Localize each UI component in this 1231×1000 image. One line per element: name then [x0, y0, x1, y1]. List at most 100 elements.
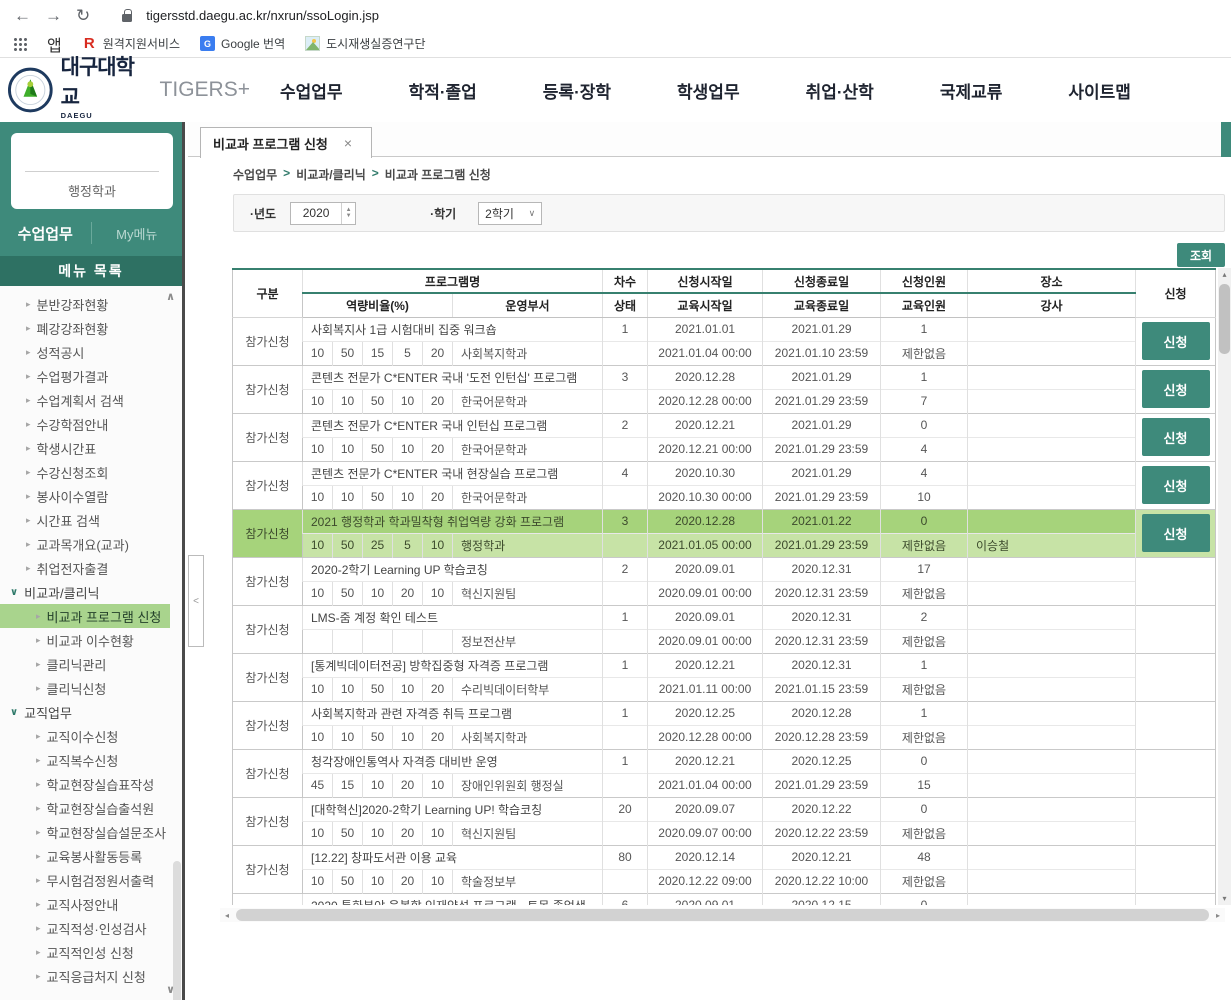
search-button[interactable]: 조회 — [1177, 243, 1225, 267]
sidebar-item[interactable]: ▸무시험검정원서출력 — [0, 868, 182, 892]
menu-scrollbar-thumb[interactable] — [173, 861, 181, 1000]
year-stepper[interactable]: 2020 ▲▼ — [290, 202, 356, 225]
menu-scroll-up-icon[interactable]: ∧ — [166, 290, 175, 303]
nav-item[interactable]: 국제교류 — [940, 78, 1003, 103]
sidebar-item[interactable]: ▸학교현장실습표작성 — [0, 772, 182, 796]
bookmark-translate[interactable]: GGoogle 번역 — [200, 35, 285, 52]
sidebar-item[interactable]: ▸클리닉관리 — [0, 652, 182, 676]
cell-status — [603, 629, 648, 653]
sidebar-item[interactable]: ▸취업전자출결 — [0, 556, 182, 580]
cell-apply-start: 2020.12.21 — [648, 653, 763, 677]
sidebar-item[interactable]: ▸성적공시 — [0, 340, 182, 364]
sidebar-item-label: 비교과 이수현황 — [47, 631, 134, 650]
sidebar-item[interactable]: ▸ 비교과 이수현황 — [0, 628, 182, 652]
nav-item[interactable]: 사이트맵 — [1068, 78, 1131, 103]
sidebar-item[interactable]: ▸교직복수신청 — [0, 748, 182, 772]
semester-value: 2학기 — [485, 205, 514, 222]
table-row-detail: 1050102010혁신지원팀2020.09.01 00:002020.12.3… — [233, 581, 1216, 605]
cell-ratio: 20 — [423, 437, 453, 461]
apps-grid-icon[interactable] — [12, 36, 27, 51]
apply-button[interactable]: 신청 — [1142, 322, 1210, 360]
table-row-detail: 4515102010장애인위원회 행정실2021.01.04 00:002021… — [233, 773, 1216, 797]
sidebar-item[interactable]: ▸시간표 검색 — [0, 508, 182, 532]
sidebar-item[interactable]: ∨비교과/클리닉 — [0, 580, 182, 604]
cell-place — [968, 461, 1136, 485]
cell-instructor: 이승철 — [968, 533, 1136, 557]
scroll-left-icon[interactable]: ◂ — [220, 911, 234, 920]
scroll-up-icon[interactable]: ▴ — [1218, 268, 1231, 281]
cell-ratio: 5 — [393, 533, 423, 557]
table-row: 참가신청콘텐츠 전문가 C*ENTER 국내 현장실습 프로그램42020.10… — [233, 461, 1216, 485]
cell-ratio: 10 — [303, 437, 333, 461]
sidebar-item[interactable]: ▸교직응급처지 신청 — [0, 964, 182, 988]
reload-icon[interactable]: ↻ — [76, 7, 90, 24]
cell-apply-count: 1 — [881, 317, 968, 341]
sidebar-item[interactable]: ▸수업평가결과 — [0, 364, 182, 388]
nav-item[interactable]: 수업업무 — [280, 78, 343, 103]
sidebar-item[interactable]: ▸수강신청조회 — [0, 460, 182, 484]
url-bar[interactable]: tigersstd.daegu.ac.kr/nxrun/ssoLogin.jsp — [146, 8, 379, 23]
sidebar-item[interactable]: ▸분반강좌현황 — [0, 292, 182, 316]
sidebar-item[interactable]: ▸수강학점안내 — [0, 412, 182, 436]
sidebar-item[interactable]: ▸교육봉사활동등록 — [0, 844, 182, 868]
cell-round: 20 — [603, 797, 648, 821]
cell-edu-start: 2020.12.28 00:00 — [648, 725, 763, 749]
stepper-arrows-icon[interactable]: ▲▼ — [341, 203, 355, 224]
nav-item[interactable]: 등록·장학 — [543, 78, 611, 103]
scroll-right-icon[interactable]: ▸ — [1211, 911, 1225, 920]
sidebar-item-label: 교직응급처지 신청 — [47, 967, 146, 986]
scroll-down-icon[interactable]: ▾ — [1218, 892, 1231, 905]
forward-icon[interactable]: → — [45, 7, 62, 24]
sidebar-item[interactable]: ▸학교현장실습출석원 — [0, 796, 182, 820]
tab-close-icon[interactable]: × — [344, 135, 352, 151]
sidebar-item[interactable]: ∨교직업무 — [0, 700, 182, 724]
sidebar-item[interactable]: ▸교과목개요(교과) — [0, 532, 182, 556]
cell-apply-end: 2021.01.29 — [763, 317, 881, 341]
sidebar-item[interactable]: ▸교직이수신청 — [0, 724, 182, 748]
arrow-right-icon: ▸ — [36, 635, 41, 646]
sidebar-item[interactable]: ▸교직사정안내 — [0, 892, 182, 916]
back-icon[interactable]: ← — [14, 7, 31, 24]
table-horizontal-scrollbar[interactable]: ◂ ▸ — [220, 908, 1225, 922]
table-vertical-scrollbar[interactable]: ▴ ▾ — [1218, 268, 1231, 905]
chevron-expanded-icon: ∨ — [10, 587, 18, 598]
sidebar-item[interactable]: ▸비교과 프로그램 신청 — [0, 604, 170, 628]
university-logo[interactable]: 대구대학교 DAEGU UNIVERSITY TIGERS+ — [0, 51, 250, 129]
nav-item[interactable]: 취업·산학 — [806, 78, 874, 103]
bookmark-remote[interactable]: R원격지원서비스 — [82, 35, 180, 52]
cell-ratio: 50 — [333, 341, 363, 365]
cell-dept: 혁신지원팀 — [453, 581, 603, 605]
sidebar-item[interactable]: ▸봉사이수열람 — [0, 484, 182, 508]
sidebar-item[interactable]: ▸폐강강좌현황 — [0, 316, 182, 340]
apply-button[interactable]: 신청 — [1142, 370, 1210, 408]
cell-ratio: 50 — [333, 821, 363, 845]
sidebar-item[interactable]: ▸클리닉신청 — [0, 676, 182, 700]
sidebar-item-label: 수강신청조회 — [37, 463, 109, 482]
column-header: 장소 — [968, 269, 1136, 293]
cell-apply — [1136, 845, 1216, 893]
cell-program-name: 2021 행정학과 학과밀착형 취업역량 강화 프로그램 — [303, 509, 603, 533]
nav-item[interactable]: 학적·졸업 — [409, 78, 477, 103]
tab-my-menu[interactable]: My메뉴 — [92, 224, 183, 243]
vscroll-thumb[interactable] — [1219, 284, 1230, 354]
sidebar-item[interactable]: ▸수업계획서 검색 — [0, 388, 182, 412]
apply-button[interactable]: 신청 — [1142, 514, 1210, 552]
sidebar-collapse-handle[interactable]: < — [188, 555, 204, 647]
tab-course-work[interactable]: 수업업무 — [0, 223, 91, 244]
sidebar-item[interactable]: ▸교직적인성 신청 — [0, 940, 182, 964]
cell-edu-start: 2020.12.22 09:00 — [648, 869, 763, 893]
cell-place — [968, 749, 1136, 773]
sidebar-item-label: 학교현장실습표작성 — [47, 775, 155, 794]
tab-noncurricular-apply[interactable]: 비교과 프로그램 신청 × — [200, 127, 372, 158]
apply-button[interactable]: 신청 — [1142, 466, 1210, 504]
cell-ratio: 10 — [333, 485, 363, 509]
sidebar-item[interactable]: ▸학교현장실습설문조사 — [0, 820, 182, 844]
nav-item[interactable]: 학생업무 — [677, 78, 740, 103]
sidebar-item[interactable]: ▸교직적성·인성검사 — [0, 916, 182, 940]
apply-button[interactable]: 신청 — [1142, 418, 1210, 456]
cell-apply: 신청 — [1136, 413, 1216, 461]
hscroll-thumb[interactable] — [236, 909, 1209, 921]
sidebar-item[interactable]: ▸학생시간표 — [0, 436, 182, 460]
bookmark-lab[interactable]: 도시재생실증연구단 — [305, 35, 425, 52]
semester-select[interactable]: 2학기 ∨ — [478, 202, 542, 225]
